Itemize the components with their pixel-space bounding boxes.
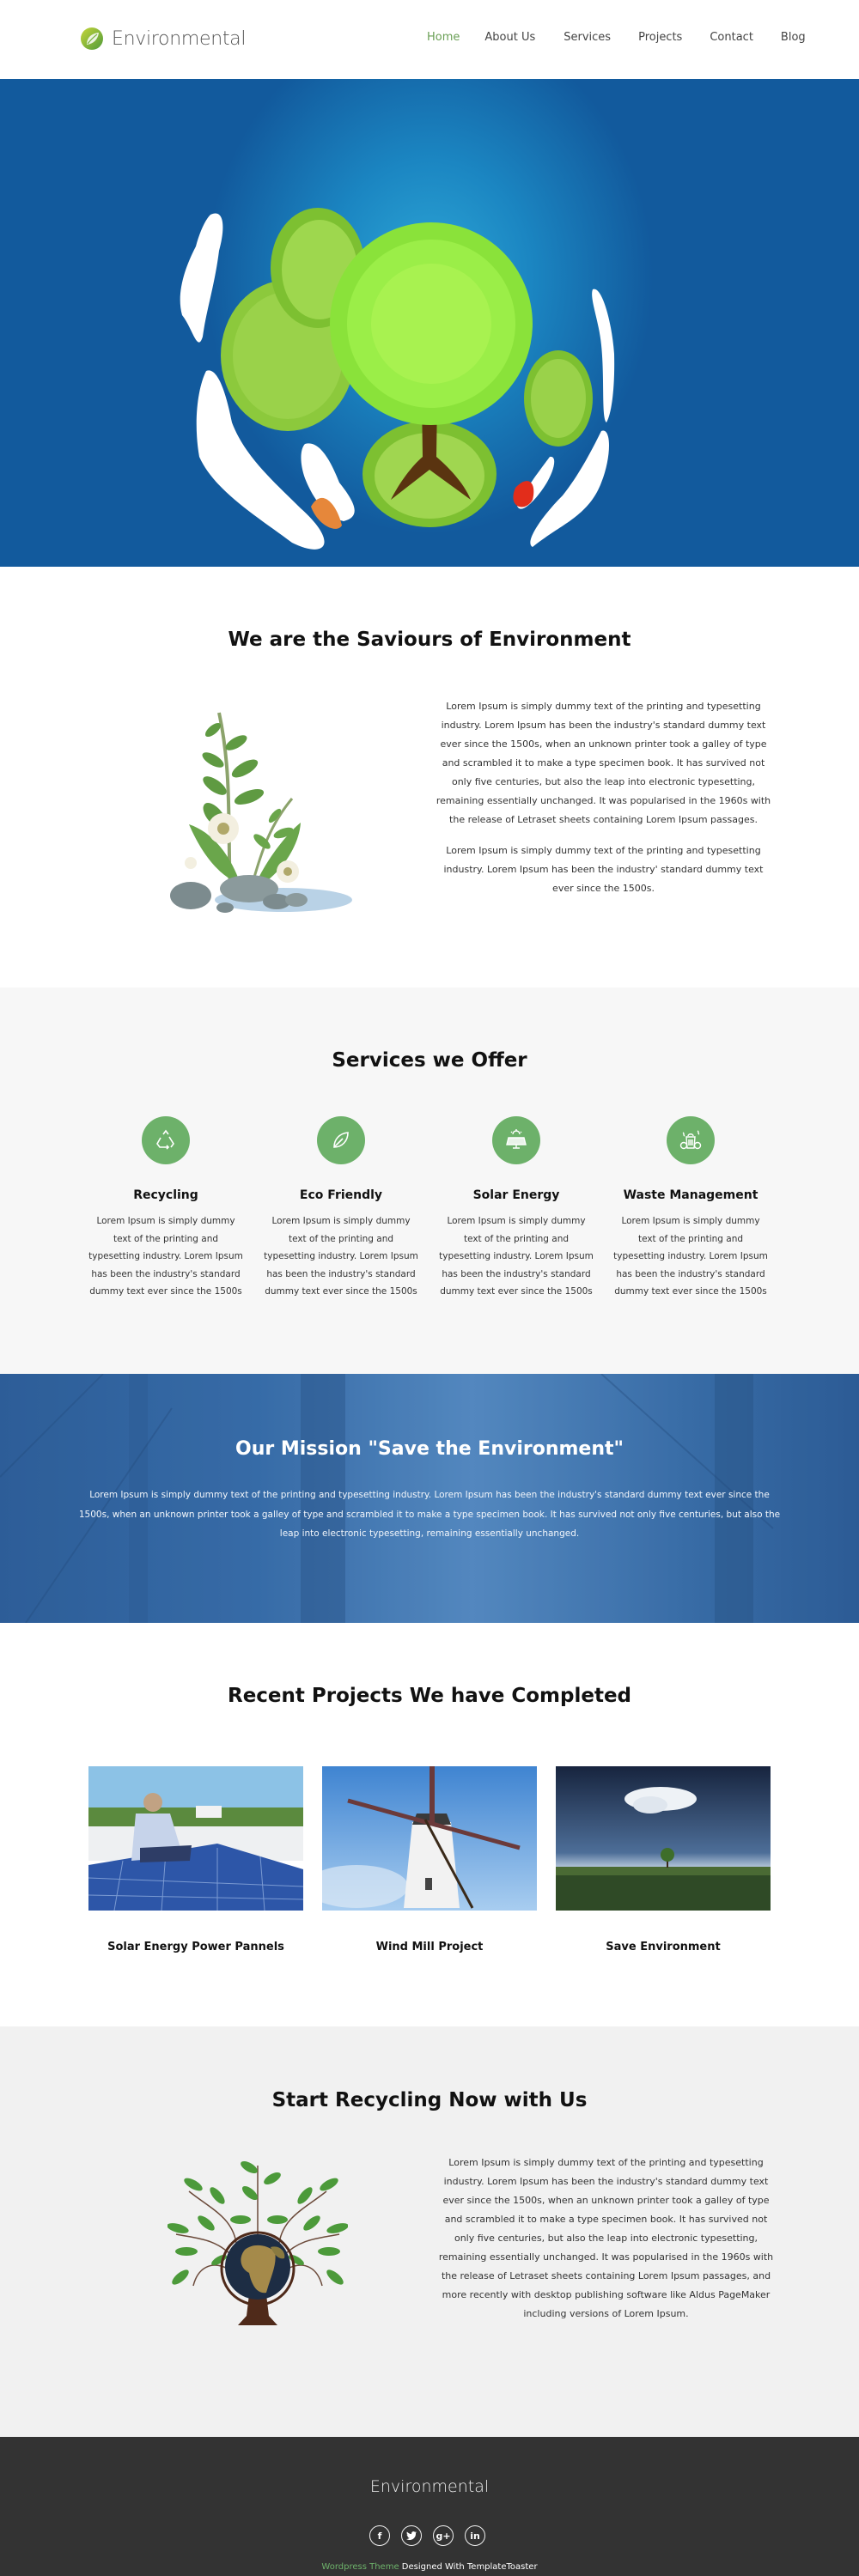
windmill-photo[interactable] bbox=[322, 1766, 537, 1911]
projects-title: Recent Projects We have Completed bbox=[227, 1685, 632, 1707]
stone bbox=[285, 893, 308, 907]
leaf-icon[interactable] bbox=[317, 1116, 365, 1164]
project-title[interactable]: Wind Mill Project bbox=[322, 1941, 537, 1953]
service-text: Lorem Ipsum is simply dummy text of the … bbox=[88, 1216, 243, 1297]
nav-projects[interactable]: Projects bbox=[638, 31, 682, 44]
service-card: Eco Friendly Lorem Ipsum is simply dummy… bbox=[264, 1116, 418, 1301]
about-text: Lorem Ipsum is simply dummy text of the … bbox=[434, 697, 773, 898]
site-logo[interactable]: Environmental bbox=[80, 27, 246, 51]
site-header: Environmental Home About Us Services Pro… bbox=[0, 0, 859, 79]
credit-text: Designed With TemplateToaster bbox=[399, 2562, 538, 2572]
tree-planet-illustration bbox=[180, 208, 615, 550]
solar-panel-icon[interactable] bbox=[492, 1116, 540, 1164]
service-card: Recycling Lorem Ipsum is simply dummy te… bbox=[88, 1116, 243, 1301]
service-title: Eco Friendly bbox=[299, 1188, 383, 1202]
worker-installing-solar-panels-photo[interactable] bbox=[88, 1766, 303, 1911]
about-section: We are the Saviours of Environment Lorem… bbox=[0, 567, 859, 987]
footer-credit: Wordpress Theme Designed With TemplateTo… bbox=[0, 2562, 859, 2572]
leaf-logo-icon bbox=[81, 27, 103, 50]
daisy-flower bbox=[277, 860, 299, 883]
brand-name: Environmental bbox=[112, 27, 247, 50]
lone-tree-field-photo[interactable] bbox=[556, 1766, 771, 1911]
project-card: Save Environment bbox=[556, 1766, 771, 1953]
site-footer: Environmental f g+ in Wordpress Theme De… bbox=[0, 2437, 859, 2576]
daisy-flower bbox=[208, 813, 239, 844]
service-title: Recycling bbox=[133, 1188, 198, 1202]
waste-bin-icon[interactable] bbox=[667, 1116, 715, 1164]
service-card: Solar Energy Lorem Ipsum is simply dummy… bbox=[439, 1116, 594, 1301]
earth-tree-illustration bbox=[168, 2161, 348, 2325]
nav-services[interactable]: Services bbox=[564, 31, 611, 44]
recycle-icon[interactable] bbox=[142, 1116, 190, 1164]
mission-banner: Our Mission "Save the Environment" Lorem… bbox=[0, 1374, 859, 1623]
recycling-title: Start Recycling Now with Us bbox=[271, 2089, 588, 2111]
services-title: Services we Offer bbox=[332, 1049, 527, 1072]
social-links: f g+ in bbox=[369, 2525, 497, 2546]
recycling-text-block: Lorem Ipsum is simply dummy text of the … bbox=[436, 2154, 776, 2324]
service-title: Solar Energy bbox=[472, 1188, 560, 1202]
twitter-icon[interactable] bbox=[401, 2525, 422, 2546]
recycling-section: Start Recycling Now with Us Lorem Ipsum … bbox=[0, 2026, 859, 2437]
nav-blog[interactable]: Blog bbox=[781, 31, 806, 44]
about-title: We are the Saviours of Environment bbox=[228, 629, 631, 651]
hero-banner bbox=[0, 79, 859, 567]
service-text: Lorem Ipsum is simply dummy text of the … bbox=[264, 1216, 418, 1297]
nav-home[interactable]: Home bbox=[427, 31, 460, 44]
services-section: Services we Offer Recycling Lorem Ipsum … bbox=[0, 987, 859, 1374]
project-card: Wind Mill Project bbox=[322, 1766, 537, 1953]
projects-section: Recent Projects We have Completed Solar … bbox=[0, 1623, 859, 2026]
about-paragraph: Lorem Ipsum is simply dummy text of the … bbox=[436, 701, 771, 825]
stone bbox=[170, 882, 211, 909]
project-card: Solar Energy Power Pannels bbox=[88, 1766, 303, 1953]
main-nav: Home About Us Services Projects Contact … bbox=[427, 31, 806, 44]
linkedin-icon[interactable]: in bbox=[465, 2525, 485, 2546]
cloud-shape bbox=[592, 289, 615, 422]
footer-brand: Environmental bbox=[369, 2477, 490, 2496]
cloud-shape bbox=[180, 213, 223, 343]
earth-globe bbox=[225, 2234, 290, 2300]
project-title[interactable]: Save Environment bbox=[556, 1941, 771, 1953]
service-title: Waste Management bbox=[623, 1188, 758, 1202]
google-plus-icon[interactable]: g+ bbox=[433, 2525, 454, 2546]
service-text: Lorem Ipsum is simply dummy text of the … bbox=[439, 1216, 594, 1297]
mission-text: Lorem Ipsum is simply dummy text of the … bbox=[78, 1490, 781, 1539]
project-title[interactable]: Solar Energy Power Pannels bbox=[88, 1941, 303, 1953]
nav-about-us[interactable]: About Us bbox=[484, 31, 535, 44]
facebook-icon[interactable]: f bbox=[369, 2525, 390, 2546]
nav-contact[interactable]: Contact bbox=[710, 31, 753, 44]
service-text: Lorem Ipsum is simply dummy text of the … bbox=[613, 1216, 768, 1297]
recycling-text: Lorem Ipsum is simply dummy text of the … bbox=[438, 2157, 774, 2319]
mission-title: Our Mission "Save the Environment" bbox=[235, 1438, 624, 1460]
service-card: Waste Management Lorem Ipsum is simply d… bbox=[613, 1116, 768, 1301]
stone bbox=[216, 902, 234, 913]
plants-and-stones-illustration bbox=[170, 712, 352, 913]
about-paragraph: Lorem Ipsum is simply dummy text of the … bbox=[443, 845, 764, 894]
wordpress-theme-link[interactable]: Wordpress Theme bbox=[321, 2562, 399, 2572]
